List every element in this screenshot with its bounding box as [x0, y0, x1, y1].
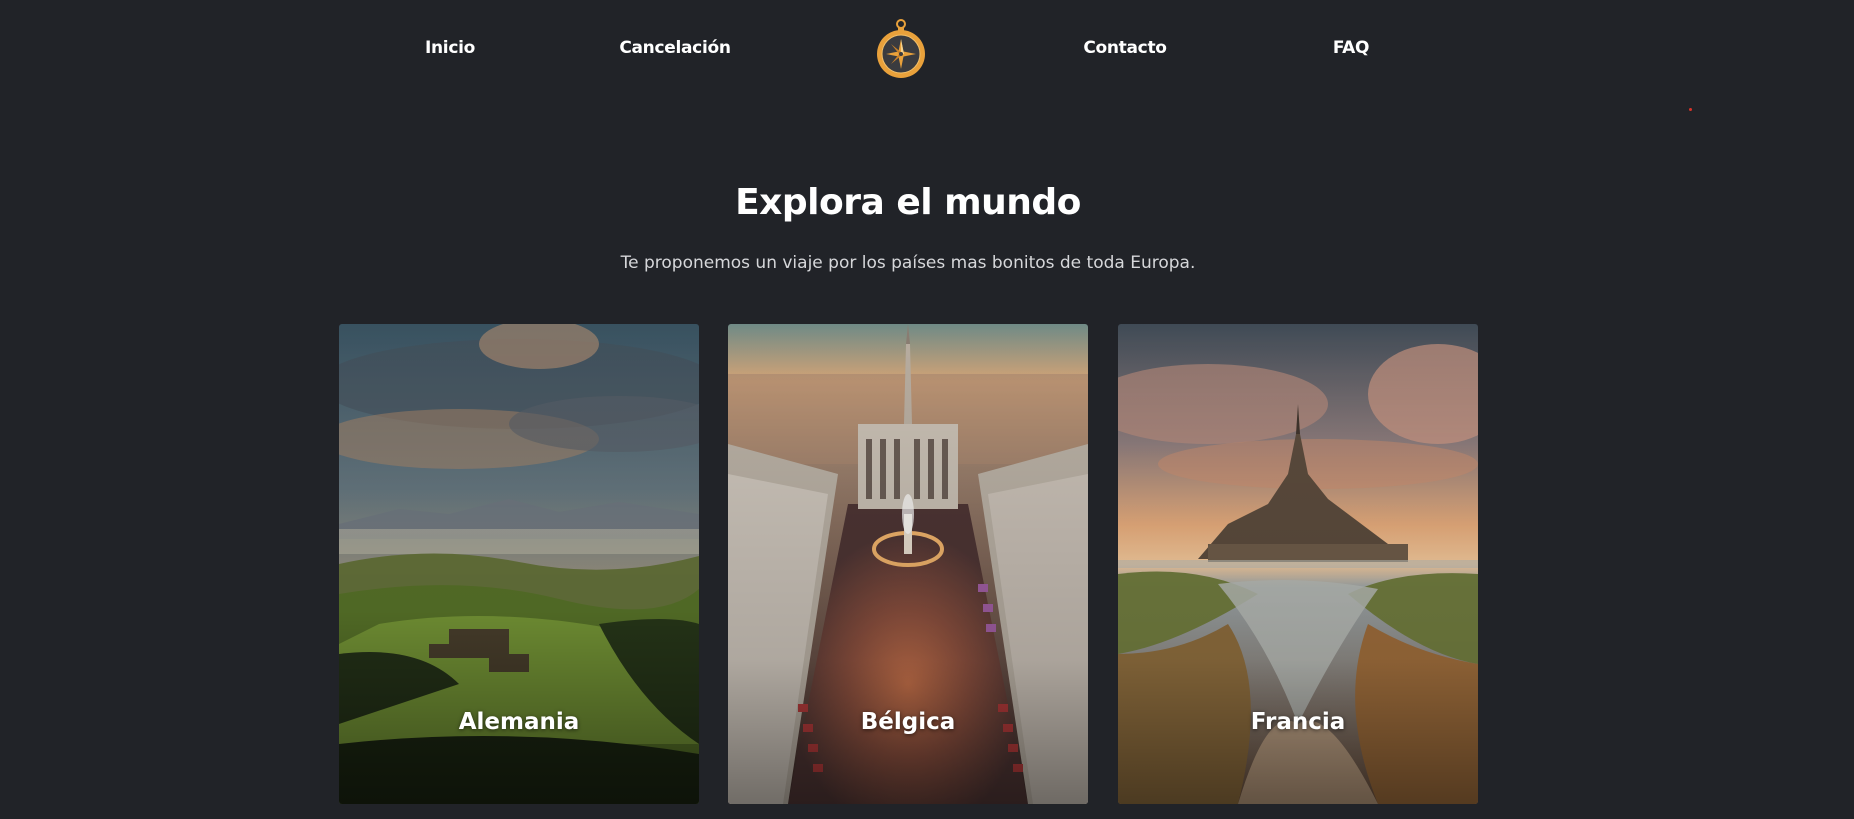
card-label-alemania: Alemania: [458, 709, 580, 735]
country-card-belgica[interactable]: Bélgica: [728, 324, 1088, 804]
compass-icon[interactable]: [875, 18, 927, 80]
indicator-dot: [1689, 108, 1692, 111]
top-navigation: Inicio Cancelación Contacto FAQ: [0, 0, 1854, 100]
country-card-alemania[interactable]: Alemania: [339, 324, 699, 804]
card-label-francia: Francia: [1250, 709, 1346, 735]
nav-item-faq[interactable]: FAQ: [1333, 38, 1370, 58]
page-title: Explora el mundo: [735, 182, 1081, 223]
nav-item-inicio[interactable]: Inicio: [425, 38, 475, 58]
country-card-francia[interactable]: Francia: [1118, 324, 1478, 804]
nav-item-contacto[interactable]: Contacto: [1083, 38, 1167, 58]
card-label-belgica: Bélgica: [860, 709, 956, 735]
nav-item-cancelacion[interactable]: Cancelación: [619, 38, 731, 58]
page: Inicio Cancelación Contacto FAQ Explora …: [0, 0, 1854, 819]
page-subtitle: Te proponemos un viaje por los países ma…: [620, 253, 1196, 273]
